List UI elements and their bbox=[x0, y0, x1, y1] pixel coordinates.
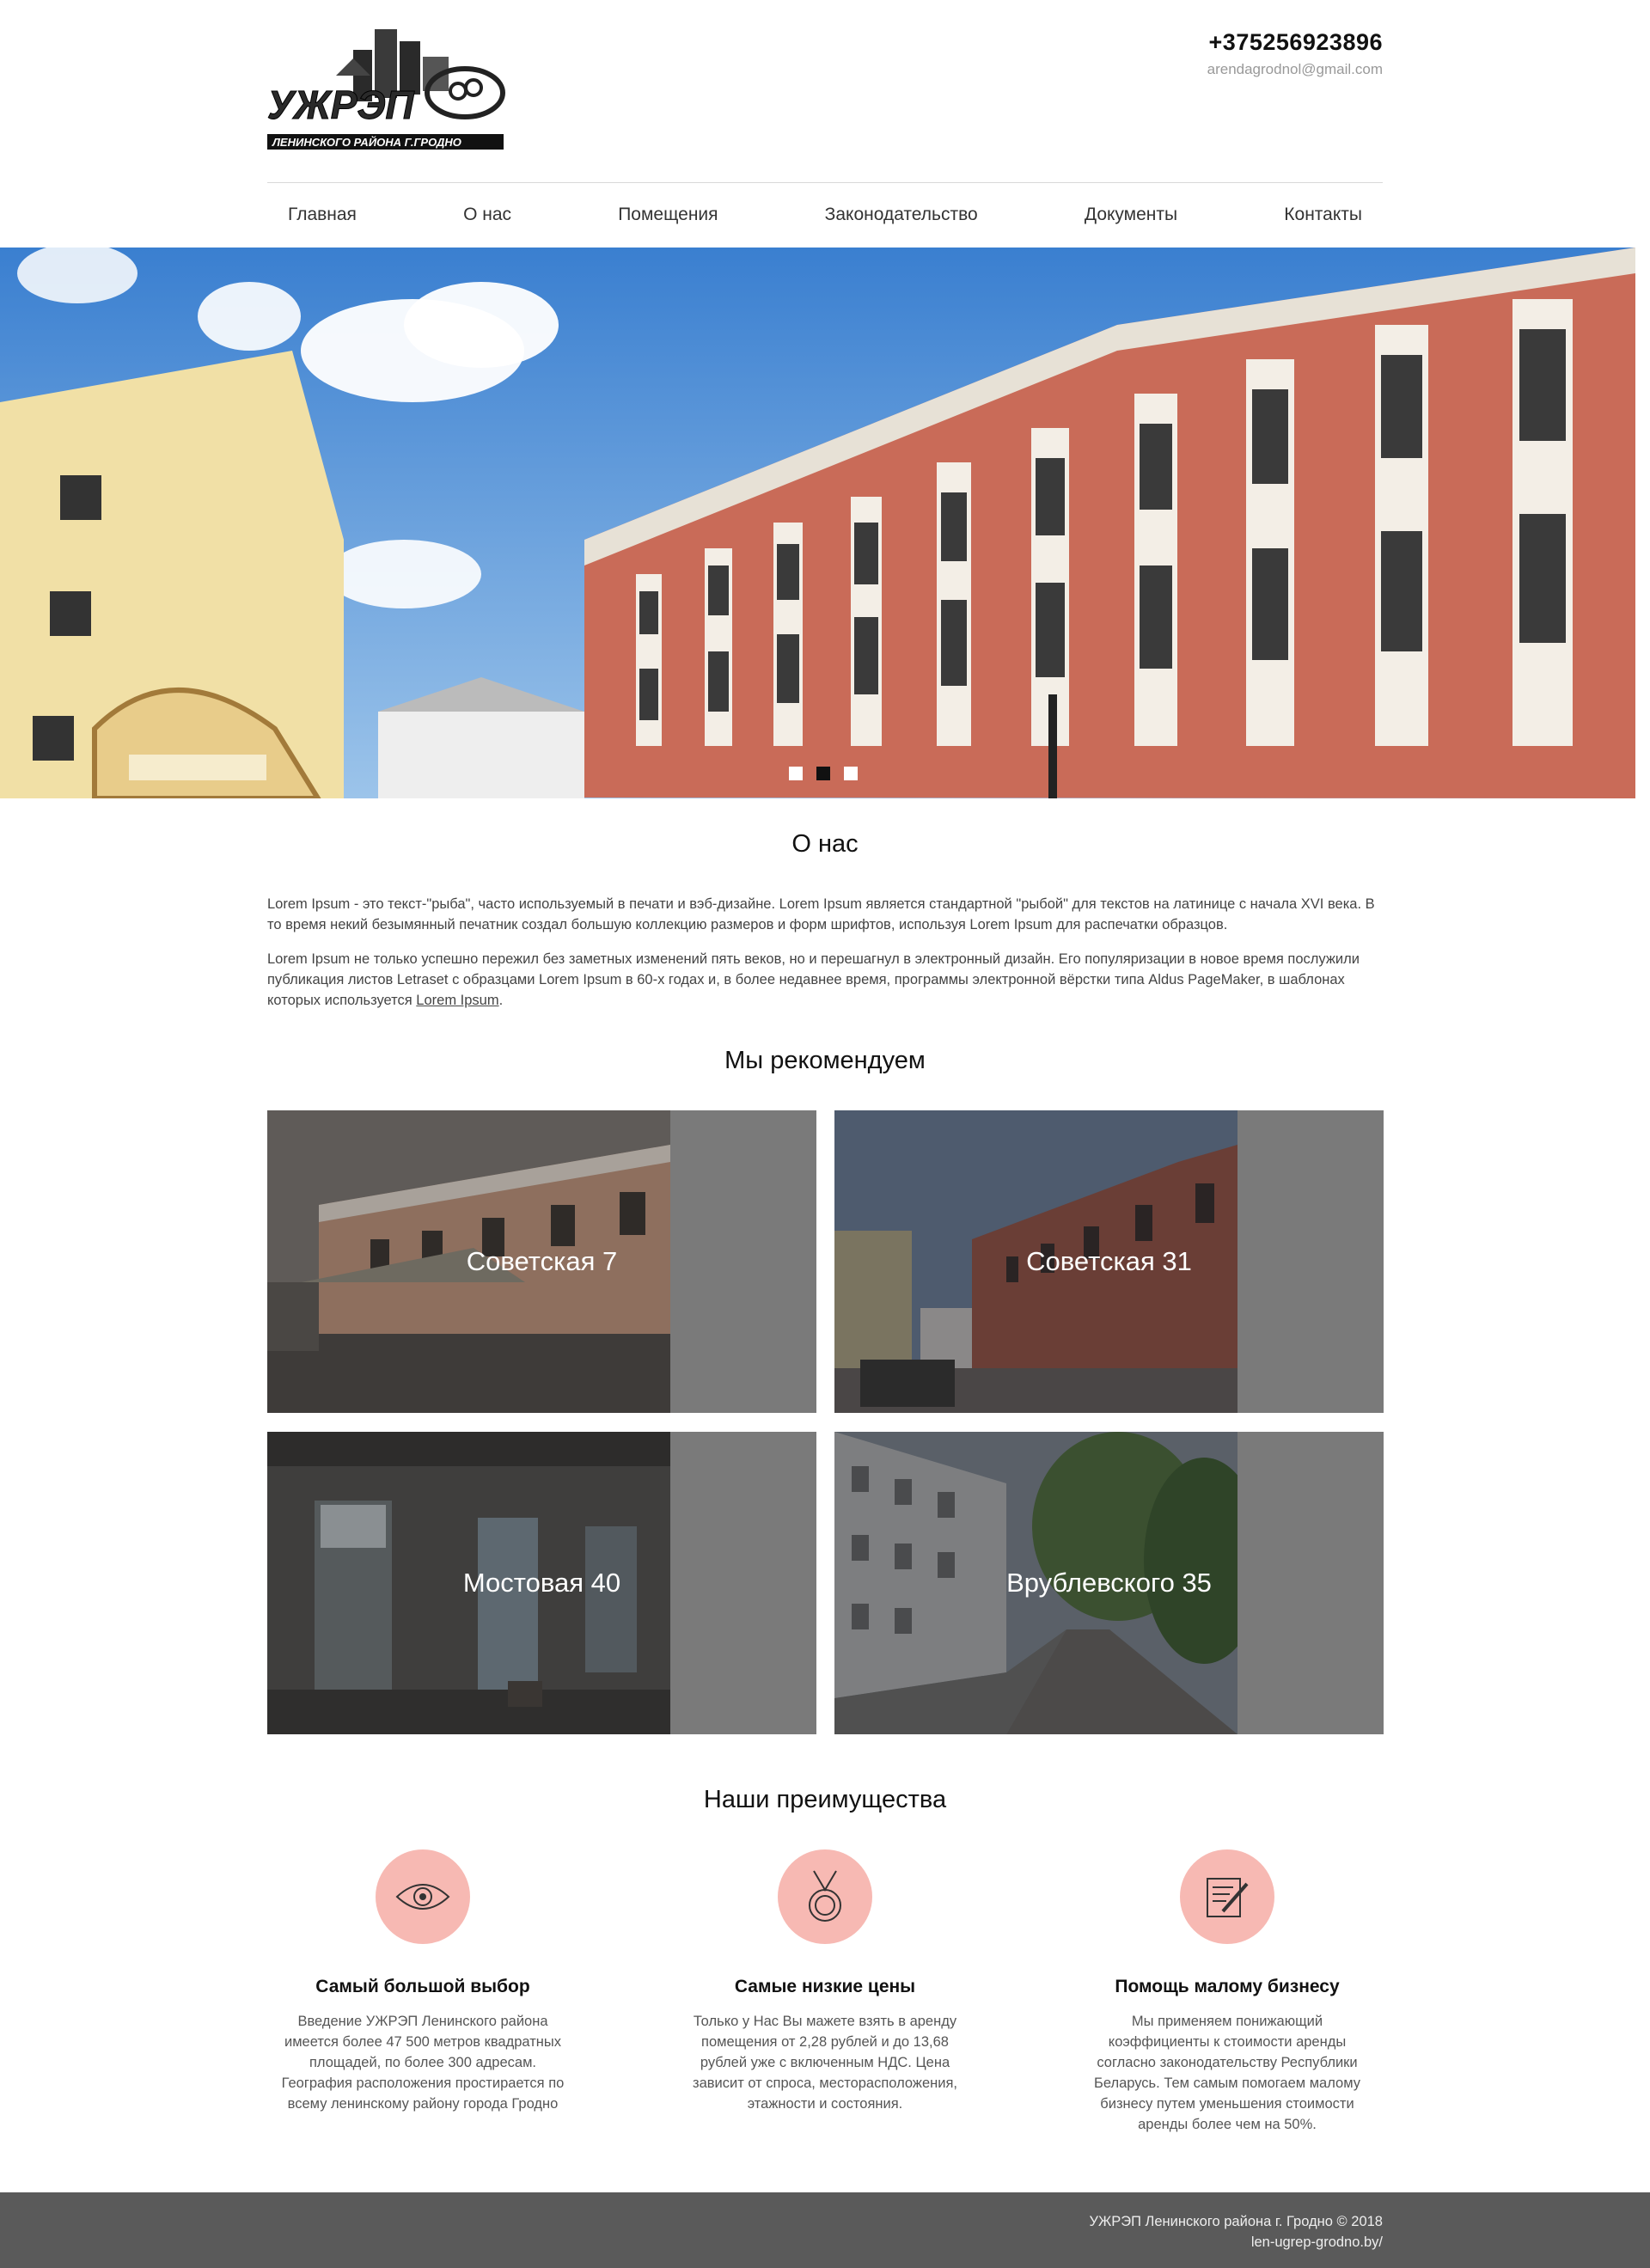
slider-dots bbox=[789, 767, 858, 780]
footer-site-link[interactable]: len-ugrep-grodno.by/ bbox=[1090, 2232, 1383, 2253]
nav-item-legislation[interactable]: Законодательство bbox=[825, 205, 978, 225]
advantage-text: Только у Нас Вы мажете взять в аренду по… bbox=[693, 2014, 957, 2112]
document-pen-icon bbox=[1207, 1878, 1249, 1917]
property-card-label: Врублевского 35 bbox=[1006, 1568, 1212, 1598]
slider-dot-2[interactable] bbox=[816, 767, 830, 780]
medal-icon bbox=[809, 1870, 841, 1922]
property-card-label: Мостовая 40 bbox=[462, 1568, 621, 1598]
about-text: Lorem Ipsum - это текст-"рыба", часто ис… bbox=[267, 894, 1383, 1024]
hero-image bbox=[0, 248, 1635, 798]
advantage-title: Самый большой выбор bbox=[315, 1977, 530, 1996]
about-title: О нас bbox=[791, 830, 859, 858]
about-paragraph-2: Lorem Ipsum не только успешно пережил бе… bbox=[267, 949, 1383, 1011]
advantage-choice: Самый большой выбор Введение УЖРЭП Ленин… bbox=[268, 1849, 578, 2114]
advantage-icon-circle bbox=[376, 1849, 470, 1944]
property-card-sovetskaya-7[interactable]: Советская 7 bbox=[267, 1110, 816, 1413]
eye-icon bbox=[395, 1884, 450, 1910]
advantage-icon-circle bbox=[778, 1849, 872, 1944]
advantage-prices: Самые низкие цены Только у Нас Вы мажете… bbox=[670, 1849, 980, 2114]
lorem-ipsum-link[interactable]: Lorem Ipsum bbox=[416, 993, 498, 1008]
advantage-title: Самые низкие цены bbox=[734, 1977, 916, 1996]
advantage-title: Помощь малому бизнесу bbox=[1115, 1977, 1340, 1996]
header-contacts: +375256923896 arendagrodnol@gmail.com bbox=[1207, 29, 1383, 78]
advantage-icon-circle bbox=[1180, 1849, 1274, 1944]
advantages-title: Наши преимущества bbox=[703, 1786, 947, 1813]
about-paragraph-1: Lorem Ipsum - это текст-"рыба", часто ис… bbox=[267, 896, 1375, 932]
advantage-business: Помощь малому бизнесу Мы применяем пониж… bbox=[1072, 1849, 1382, 2135]
main-nav: Главная О нас Помещения Законодательство… bbox=[267, 196, 1383, 234]
property-card-mostovaya-40[interactable]: Мостовая 40 bbox=[267, 1432, 816, 1734]
property-card-sovetskaya-31[interactable]: Советская 31 bbox=[834, 1110, 1384, 1413]
nav-item-home[interactable]: Главная bbox=[288, 205, 357, 225]
svg-text:ЛЕНИНСКОГО РАЙОНА Г.ГРОДНО: ЛЕНИНСКОГО РАЙОНА Г.ГРОДНО bbox=[272, 135, 461, 149]
phone-number[interactable]: +375256923896 bbox=[1207, 29, 1383, 56]
property-card-label: Советская 7 bbox=[466, 1246, 618, 1276]
header-divider bbox=[267, 182, 1383, 183]
nav-item-documents[interactable]: Документы bbox=[1085, 205, 1177, 225]
advantage-text: Введение УЖРЭП Ленинского района имеется… bbox=[281, 2014, 565, 2112]
advantage-text: Мы применяем понижающий коэффициенты к с… bbox=[1093, 2014, 1360, 2132]
site-logo[interactable]: УЖРЭП ЛЕНИНСКОГО РАЙОНА Г.ГРОДНО bbox=[267, 24, 508, 153]
recommend-title: Мы рекомендуем bbox=[724, 1047, 926, 1074]
nav-item-premises[interactable]: Помещения bbox=[618, 205, 718, 225]
slider-dot-3[interactable] bbox=[844, 767, 858, 780]
logo-graphic: УЖРЭП ЛЕНИНСКОГО РАЙОНА Г.ГРОДНО bbox=[267, 29, 505, 150]
nav-item-about[interactable]: О нас bbox=[463, 205, 511, 225]
nav-item-contacts[interactable]: Контакты bbox=[1284, 205, 1362, 225]
hero-slider[interactable] bbox=[0, 248, 1635, 798]
slider-dot-1[interactable] bbox=[789, 767, 803, 780]
footer: УЖРЭП Ленинского района г. Гродно © 2018… bbox=[0, 2192, 1650, 2268]
property-card-vrublevskogo-35[interactable]: Врублевского 35 bbox=[834, 1432, 1384, 1734]
property-card-label: Советская 31 bbox=[1026, 1246, 1192, 1276]
footer-copyright: УЖРЭП Ленинского района г. Гродно © 2018 bbox=[1089, 2214, 1383, 2229]
footer-text: УЖРЭП Ленинского района г. Гродно © 2018… bbox=[1090, 2211, 1383, 2253]
svg-text:УЖРЭП: УЖРЭП bbox=[267, 83, 415, 127]
about-paragraph-2-end: . bbox=[498, 993, 504, 1008]
email-address[interactable]: arendagrodnol@gmail.com bbox=[1207, 61, 1383, 78]
